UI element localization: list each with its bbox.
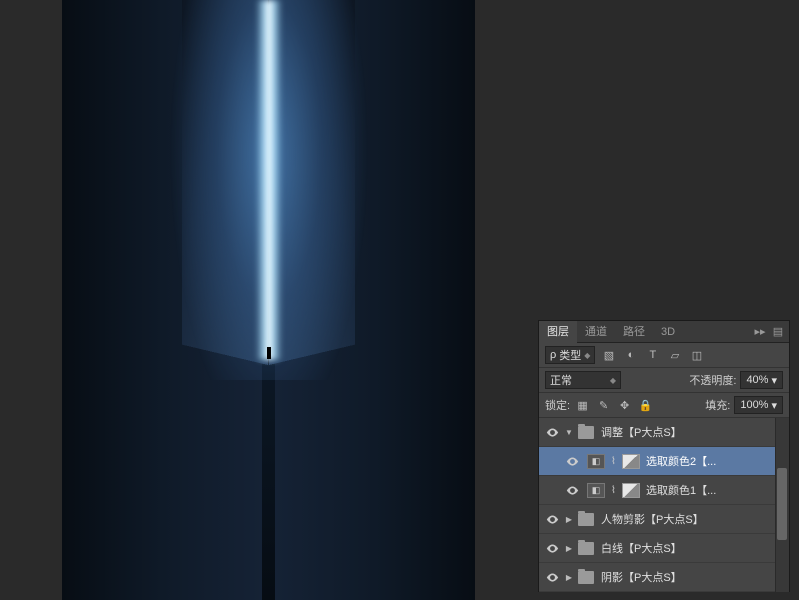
visibility-icon[interactable] [563,481,581,499]
filter-pixel-icon[interactable]: ▧ [600,347,617,364]
layers-list: ▼ 调整【P大点S】 ◧ ⌇ 选取颜色2【... ◧ ⌇ 选取颜色1【... ▶… [539,418,789,592]
link-icon: ⌇ [608,485,619,496]
filter-adjust-icon[interactable]: ◐ [622,347,639,364]
layers-scrollbar[interactable] [775,418,789,592]
tab-layers[interactable]: 图层 [539,321,577,343]
mask-icon [622,483,640,498]
lock-all-icon[interactable]: 🔒 [637,397,654,414]
wall-inner-right [269,0,355,365]
layer-label: 选取颜色1【... [646,482,716,498]
expand-icon[interactable]: ▶ [564,515,574,524]
mask-icon [622,454,640,469]
filter-kind-dropdown[interactable]: ρ 类型 ◆ [545,346,595,364]
chevron-down-icon: ◆ [610,376,616,385]
layer-filter-row: ρ 类型 ◆ ▧ ◐ T ▱ ◫ [539,343,789,368]
fill-input[interactable]: 100% ▾ [734,396,783,414]
blend-mode-label: 正常 [550,372,572,388]
adjustment-icon: ◧ [587,483,605,498]
filter-kind-label: 类型 [559,347,581,363]
chevron-down-icon: ▾ [771,399,777,412]
expand-icon[interactable]: ▶ [564,544,574,553]
filter-shape-icon[interactable]: ▱ [666,347,683,364]
menu-icon[interactable]: ▤ [771,325,785,339]
visibility-icon[interactable] [543,568,561,586]
fill-label: 填充: [705,397,730,413]
figure-silhouette [267,347,271,359]
folder-icon [578,426,594,439]
filter-type-icon[interactable]: T [644,347,661,364]
layer-group[interactable]: ▶ 白线【P大点S】 [539,534,789,563]
collapse-icon[interactable]: ▸▸ [753,325,767,339]
tab-paths[interactable]: 路径 [615,321,653,343]
layer-group[interactable]: ▶ 阴影【P大点S】 [539,563,789,592]
visibility-icon[interactable] [543,539,561,557]
canvas-image [62,0,475,600]
lock-transparent-icon[interactable]: ▦ [574,397,591,414]
layer-label: 白线【P大点S】 [601,540,682,556]
expand-icon[interactable]: ▼ [564,428,574,437]
lock-row: 锁定: ▦ ✎ ✥ 🔒 填充: 100% ▾ [539,393,789,418]
expand-icon[interactable]: ▶ [564,573,574,582]
layer-group[interactable]: ▼ 调整【P大点S】 [539,418,789,447]
scroll-thumb[interactable] [777,468,787,540]
layer-label: 选取颜色2【... [646,453,716,469]
blend-mode-dropdown[interactable]: 正常 ◆ [545,371,621,389]
folder-icon [578,571,594,584]
chevron-down-icon: ▾ [771,374,777,387]
tab-channels[interactable]: 通道 [577,321,615,343]
visibility-icon[interactable] [563,452,581,470]
layer-label: 调整【P大点S】 [601,424,682,440]
layers-panel: 图层 通道 路径 3D ▸▸ ▤ ρ 类型 ◆ ▧ ◐ T ▱ ◫ 正常 ◆ 不… [538,320,790,592]
opacity-label: 不透明度: [689,372,736,388]
light-slit [256,0,282,360]
chevron-down-icon: ◆ [584,351,590,360]
layer-adjustment[interactable]: ◧ ⌇ 选取颜色1【... [539,476,789,505]
fill-value: 100% [740,399,768,411]
visibility-icon[interactable] [543,510,561,528]
lock-position-icon[interactable]: ✥ [616,397,633,414]
search-icon: ρ [550,349,556,361]
filter-smart-icon[interactable]: ◫ [688,347,705,364]
lock-label: 锁定: [545,397,570,413]
layer-group[interactable]: ▶ 人物剪影【P大点S】 [539,505,789,534]
blend-row: 正常 ◆ 不透明度: 40% ▾ [539,368,789,393]
folder-icon [578,513,594,526]
panel-tabs: 图层 通道 路径 3D ▸▸ ▤ [539,321,789,343]
folder-icon [578,542,594,555]
adjustment-icon: ◧ [587,454,605,469]
layer-label: 阴影【P大点S】 [601,569,682,585]
link-icon: ⌇ [608,456,619,467]
layer-adjustment[interactable]: ◧ ⌇ 选取颜色2【... [539,447,789,476]
lock-pixels-icon[interactable]: ✎ [595,397,612,414]
visibility-icon[interactable] [543,423,561,441]
opacity-value: 40% [746,374,768,386]
layer-label: 人物剪影【P大点S】 [601,511,704,527]
tab-3d[interactable]: 3D [653,321,683,343]
opacity-input[interactable]: 40% ▾ [740,371,783,389]
